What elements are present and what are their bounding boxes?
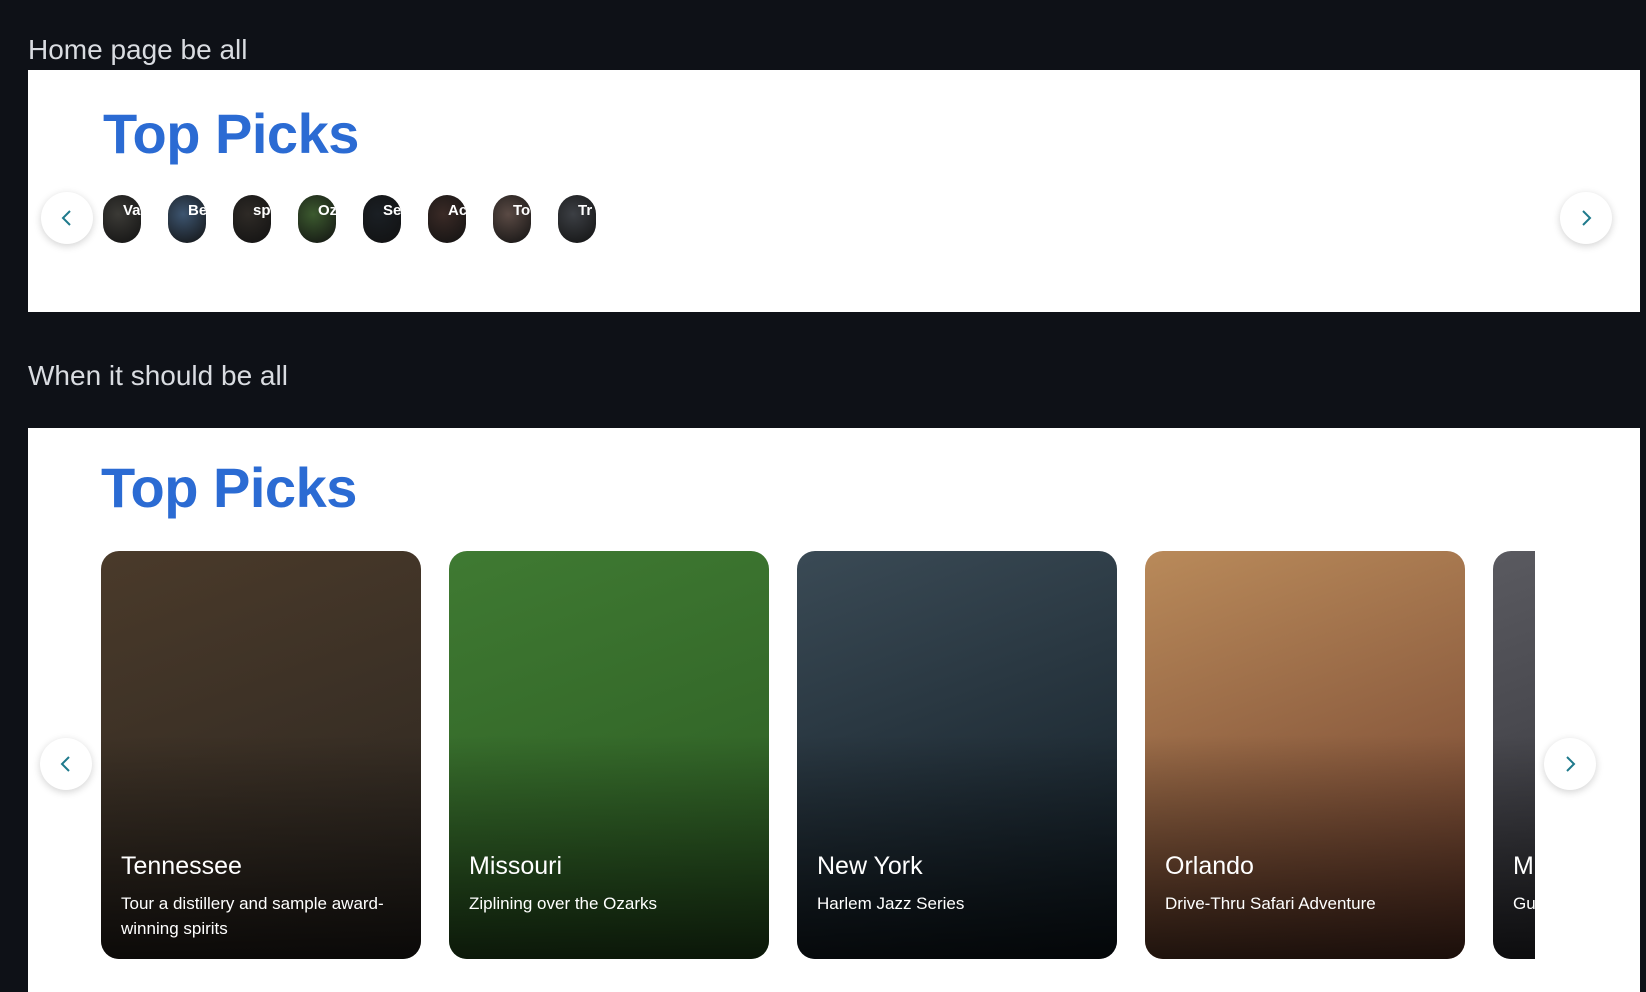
card-place: M	[1513, 852, 1534, 880]
card-gradient-overlay	[1145, 734, 1465, 959]
card-gradient-overlay	[1493, 734, 1535, 959]
top-pick-card[interactable]: M Gu	[1493, 551, 1535, 959]
mini-card[interactable]: Oz	[298, 195, 336, 243]
next-button[interactable]	[1560, 192, 1612, 244]
mini-card-label: Tr	[578, 202, 593, 219]
card-description: Drive-Thru Safari Adventure	[1165, 894, 1376, 913]
chevron-left-icon	[61, 210, 71, 226]
mini-card-label: Be	[188, 202, 206, 219]
mini-card-label: Va	[123, 202, 141, 219]
mini-card[interactable]: To	[493, 195, 531, 243]
mini-card-label: sp	[253, 202, 271, 219]
chevron-right-icon	[1582, 210, 1592, 226]
top-pick-card[interactable]: New York Harlem Jazz Series	[797, 551, 1117, 959]
mini-card-label: To	[513, 202, 531, 219]
card-description: Ziplining over the Ozarks	[469, 894, 658, 913]
caption-bottom: When it should be all	[28, 360, 288, 391]
card-gradient-overlay	[797, 734, 1117, 959]
card-row: Tennessee Tour a distillery and sample aw…	[101, 551, 1535, 959]
chevron-left-icon	[60, 756, 70, 772]
prev-button[interactable]	[41, 192, 93, 244]
prev-button[interactable]	[40, 738, 92, 790]
top-pick-card[interactable]: Tennessee Tour a distillery and sample aw…	[101, 551, 421, 959]
top-pick-card[interactable]: Missouri Ziplining over the Ozarks	[449, 551, 769, 959]
mini-card[interactable]: Be	[168, 195, 206, 243]
mini-card-label: Ac	[448, 202, 466, 219]
mini-card-label: Se	[383, 202, 401, 219]
mini-card-label: Oz	[318, 202, 336, 219]
next-button[interactable]	[1544, 738, 1596, 790]
card-description: Tour a distillery and sample award-winni…	[121, 894, 384, 938]
mini-card[interactable]: Tr	[558, 195, 596, 243]
card-place: Tennessee	[121, 852, 242, 880]
mini-card[interactable]: Se	[363, 195, 401, 243]
mini-card[interactable]: Va	[103, 195, 141, 243]
chevron-right-icon	[1566, 756, 1576, 772]
section-title: Top Picks	[103, 102, 359, 165]
caption-top: Home page be all	[28, 34, 248, 65]
card-place: Missouri	[469, 852, 563, 880]
card-gradient-overlay	[449, 734, 769, 959]
section-title: Top Picks	[101, 456, 357, 519]
card-place: Orlando	[1165, 852, 1254, 880]
card-description: Harlem Jazz Series	[817, 894, 965, 913]
card-description: Gu	[1513, 894, 1535, 913]
mini-card-row: Va Be sp Oz Se Ac To Tr	[103, 195, 596, 243]
card-place: New York	[817, 852, 923, 880]
broken-top-picks-panel: Top Picks	[28, 70, 1640, 312]
top-pick-card[interactable]: Orlando Drive-Thru Safari Adventure	[1145, 551, 1465, 959]
mini-card[interactable]: Ac	[428, 195, 466, 243]
mini-card[interactable]: sp	[233, 195, 271, 243]
